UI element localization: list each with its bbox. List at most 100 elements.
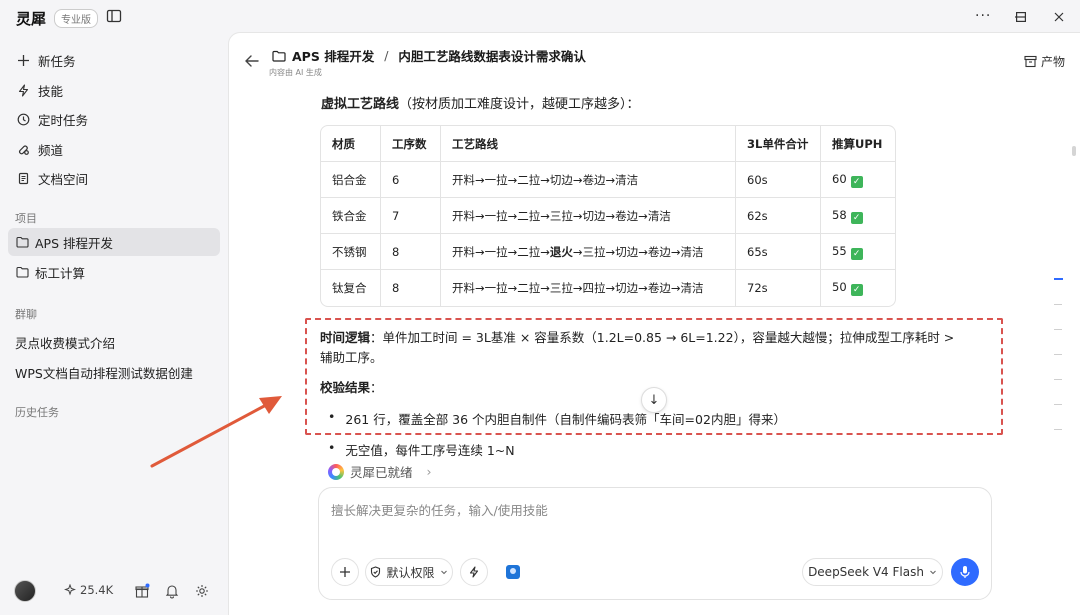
project-label: APS 排程开发 — [35, 235, 113, 251]
nav-label: 定时任务 — [38, 113, 89, 129]
assistant-logo-icon — [328, 463, 344, 480]
add-attachment-button[interactable] — [331, 558, 359, 586]
uph-value: 50 — [832, 280, 847, 294]
outline-marker-active[interactable] — [1054, 278, 1063, 280]
nav-document-space[interactable]: 文档空间 — [8, 164, 220, 194]
cell-material: 不锈钢 — [321, 234, 381, 270]
brand: 灵犀 专业版 — [16, 8, 99, 29]
permission-select[interactable]: 默认权限 — [365, 558, 453, 586]
scroll-to-bottom-button[interactable]: ↓ — [641, 387, 667, 413]
section-heading: 虚拟工艺路线（按材质加工难度设计，越硬工序越多）： — [321, 93, 640, 112]
check-icon: ✓ — [850, 175, 863, 188]
status-text: 灵犀已就绪 — [350, 465, 413, 480]
app-window: 灵犀 专业版 新任务 技能 定时任务 频道 文档空间 项目 APS 排程开发 标… — [0, 0, 1080, 615]
ai-generated-note: 内容由 AI 生成 — [269, 68, 322, 77]
cell-material: 铁合金 — [321, 198, 381, 234]
scrollbar[interactable] — [1072, 146, 1076, 156]
project-item-aps[interactable]: APS 排程开发 — [8, 228, 220, 256]
list-item: • 无空值，每件工序号连续 1~N — [328, 440, 515, 459]
channel-icon — [16, 142, 30, 156]
nav-channels[interactable]: 频道 — [8, 135, 220, 165]
group-chat-item[interactable]: WPS文档自动排程测试数据创建 — [15, 363, 193, 382]
sidebar-footer: 25.4K — [14, 580, 208, 602]
table-row: 钛复合 8 开料→一拉→二拉→三拉→四拉→切边→卷边→清洁 72s 50 ✓ — [321, 270, 895, 306]
cell-uph: 58 ✓ — [821, 198, 895, 234]
more-options-icon[interactable]: ··· — [975, 8, 991, 24]
project-label: 标工计算 — [35, 265, 86, 281]
chevron-right-icon: › — [426, 464, 432, 479]
outline-markers[interactable] — [1054, 278, 1063, 454]
artifact-label: 产物 — [1041, 55, 1066, 69]
cell-uph: 55 ✓ — [821, 234, 895, 270]
permission-label: 默认权限 — [386, 565, 435, 580]
plus-icon — [340, 567, 350, 577]
cell-total-time: 62s — [736, 198, 821, 234]
nav-new-task[interactable]: 新任务 — [8, 46, 220, 76]
archive-icon — [1024, 55, 1037, 68]
group-chat-item[interactable]: 灵点收费模式介绍 — [15, 333, 115, 352]
plus-icon — [16, 54, 30, 68]
breadcrumb: APS 排程开发 / 内胆工艺路线数据表设计需求确认 — [272, 46, 586, 65]
sidebar-toggle-icon[interactable] — [106, 8, 122, 24]
gift-icon[interactable] — [134, 583, 150, 599]
folder-icon — [16, 236, 29, 248]
cell-material: 钛复合 — [321, 270, 381, 306]
cell-uph: 50 ✓ — [821, 270, 895, 306]
back-arrow-icon[interactable] — [243, 52, 261, 70]
credits-badge[interactable]: 25.4K — [64, 583, 113, 597]
nav-label: 频道 — [38, 142, 64, 158]
clock-icon — [16, 113, 30, 127]
cell-route: 开料→一拉→二拉→三拉→切边→卷边→清洁 — [441, 198, 736, 234]
credits-value: 25.4K — [80, 583, 114, 597]
outline-marker[interactable] — [1054, 304, 1062, 305]
page-title: 内胆工艺路线数据表设计需求确认 — [398, 49, 586, 64]
table-row: 铁合金 7 开料→一拉→二拉→三拉→切边→卷边→清洁 62s 58 ✓ — [321, 198, 895, 234]
bell-icon[interactable] — [164, 583, 180, 599]
uph-value: 60 — [832, 171, 847, 186]
cell-steps: 8 — [381, 234, 441, 270]
chevron-down-icon — [440, 570, 447, 575]
project-item-standard-hours[interactable]: 标工计算 — [8, 258, 220, 286]
outline-marker[interactable] — [1054, 404, 1062, 405]
outline-marker[interactable] — [1054, 429, 1062, 430]
artifact-button[interactable]: 产物 — [1024, 53, 1065, 70]
cell-uph: 60 ✓ — [821, 162, 895, 198]
skills-button[interactable] — [460, 558, 488, 586]
cell-route: 开料→一拉→二拉→切边→卷边→清洁 — [441, 162, 736, 198]
nav-scheduled-tasks[interactable]: 定时任务 — [8, 105, 220, 135]
gear-icon[interactable] — [194, 583, 210, 599]
table-row: 铝合金 6 开料→一拉→二拉→切边→卷边→清洁 60s 60 ✓ — [321, 162, 895, 198]
breadcrumb-project[interactable]: APS 排程开发 — [292, 46, 374, 65]
outline-marker[interactable] — [1054, 379, 1062, 380]
chevron-down-icon — [930, 570, 936, 575]
outline-marker[interactable] — [1054, 354, 1062, 355]
column-header: 工艺路线 — [441, 126, 736, 162]
outline-marker[interactable] — [1054, 329, 1062, 330]
breadcrumb-separator: / — [384, 48, 389, 63]
nav-label: 新任务 — [38, 54, 76, 70]
uph-value: 58 — [832, 207, 847, 222]
cell-total-time: 60s — [736, 162, 821, 198]
sparkle-icon — [64, 584, 76, 596]
bullet-dot: • — [328, 440, 336, 455]
brand-name: 灵犀 — [16, 10, 47, 28]
nav-skills[interactable]: 技能 — [8, 76, 220, 106]
heading-rest: （按材质加工难度设计，越硬工序越多）： — [399, 97, 640, 112]
maximize-icon[interactable] — [1016, 12, 1026, 22]
cell-route: 开料→一拉→二拉→退火→三拉→切边→卷边→清洁 — [441, 234, 736, 270]
route-text: 开料→一拉→二拉→ — [452, 244, 550, 259]
avatar[interactable] — [14, 580, 36, 602]
app-plugin-icon[interactable] — [506, 565, 520, 579]
message-input[interactable] — [331, 503, 971, 518]
voice-input-button[interactable] — [951, 558, 979, 586]
close-icon[interactable] — [1054, 12, 1064, 22]
model-select[interactable]: DeepSeek V4 Flash — [802, 558, 943, 586]
bolt-icon — [16, 83, 30, 97]
cell-material: 铝合金 — [321, 162, 381, 198]
column-header: 推算UPH — [821, 126, 895, 162]
message-composer: 默认权限 DeepSeek V4 Flash — [318, 487, 992, 600]
heading-bold: 虚拟工艺路线 — [321, 97, 400, 112]
agent-status[interactable]: 灵犀已就绪 › — [328, 462, 432, 481]
section-projects: 项目 — [15, 212, 37, 225]
cell-steps: 8 — [381, 270, 441, 306]
